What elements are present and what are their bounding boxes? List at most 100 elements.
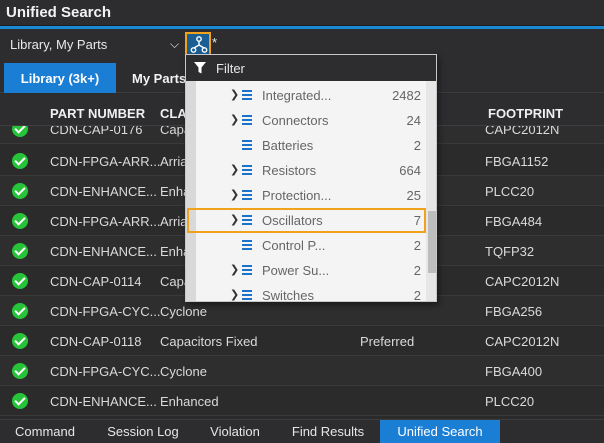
check-circle-icon bbox=[12, 153, 28, 169]
cell-footprint: CAPC2012N bbox=[485, 274, 560, 289]
filter-item-count: 7 bbox=[413, 213, 421, 228]
filter-item-switches[interactable]: ❯ Switches 2 bbox=[196, 283, 426, 302]
check-circle-icon bbox=[12, 213, 28, 229]
cell-part-number: CDN-CAP-0114 bbox=[50, 274, 142, 289]
filter-item-count: 24 bbox=[406, 113, 421, 128]
filter-item-count: 664 bbox=[399, 163, 421, 178]
filter-item-control-p[interactable]: Control P... 2 bbox=[196, 233, 426, 258]
expand-arrow-icon[interactable]: ❯ bbox=[230, 288, 239, 301]
column-header-part-number-label: PART NUMBER bbox=[50, 106, 146, 121]
list-icon bbox=[242, 140, 252, 150]
cell-part-number: CDN-FPGA-CYC... bbox=[50, 304, 161, 319]
filter-item-count: 2482 bbox=[392, 88, 421, 103]
tab-command[interactable]: Command bbox=[0, 420, 90, 443]
cell-part-number: CDN-ENHANCE... bbox=[50, 184, 157, 199]
cell-footprint: PLCC20 bbox=[485, 394, 535, 409]
expand-arrow-icon[interactable]: ❯ bbox=[230, 163, 239, 176]
tab-library[interactable]: Library (3k+) bbox=[4, 63, 116, 93]
filter-item-count: 2 bbox=[413, 138, 421, 153]
table-row[interactable]: CDN-ENHANCE... Enhanced PLCC20 bbox=[0, 386, 604, 416]
list-icon bbox=[242, 290, 252, 300]
cell-footprint: FBGA484 bbox=[485, 214, 543, 229]
cell-part-number: CDN-FPGA-ARR... bbox=[50, 154, 161, 169]
table-row[interactable]: CDN-FPGA-CYC... Cyclone FBGA400 bbox=[0, 356, 604, 386]
tab-unified-search[interactable]: Unified Search bbox=[380, 420, 500, 443]
filter-item-name: Oscillators bbox=[262, 213, 323, 228]
filter-scrollbar[interactable] bbox=[426, 81, 436, 301]
filter-item-count: 2 bbox=[413, 238, 421, 253]
cell-class: Cyclone bbox=[160, 304, 207, 319]
list-icon bbox=[242, 115, 252, 125]
filter-header[interactable]: Filter bbox=[186, 55, 436, 81]
check-circle-icon bbox=[12, 303, 28, 319]
hierarchy-icon bbox=[190, 36, 208, 53]
window-title: Unified Search bbox=[6, 4, 112, 21]
scope-select-value: Library, My Parts bbox=[10, 37, 108, 52]
cell-footprint: FBGA400 bbox=[485, 364, 543, 379]
cell-part-number: CDN-ENHANCE... bbox=[50, 394, 157, 409]
expand-arrow-icon[interactable]: ❯ bbox=[230, 113, 239, 126]
cell-part-number: CDN-CAP-0118 bbox=[50, 334, 142, 349]
filter-dropdown: Filter ❯ Integrated... 2482 ❯ Connectors… bbox=[185, 54, 437, 302]
tab-session-log[interactable]: Session Log bbox=[94, 420, 192, 443]
filter-gutter bbox=[186, 81, 196, 301]
filter-item-power-su[interactable]: ❯ Power Su... 2 bbox=[196, 258, 426, 283]
cell-class: Arria bbox=[160, 154, 188, 169]
scope-select[interactable]: Library, My Parts ⌵ bbox=[4, 34, 184, 56]
check-circle-icon bbox=[12, 273, 28, 289]
funnel-icon bbox=[194, 62, 206, 74]
cell-class: Cyclone bbox=[160, 364, 207, 379]
modified-marker: * bbox=[212, 35, 218, 50]
filter-item-oscillators[interactable]: ❯ Oscillators 7 bbox=[187, 208, 426, 233]
filter-item-name: Connectors bbox=[262, 113, 329, 128]
filter-item-integrated[interactable]: ❯ Integrated... 2482 bbox=[196, 83, 426, 108]
check-circle-icon bbox=[12, 363, 28, 379]
cell-footprint: TQFP32 bbox=[485, 244, 535, 259]
filter-item-name: Integrated... bbox=[262, 88, 332, 103]
check-circle-icon bbox=[12, 333, 28, 349]
cell-status: Preferred bbox=[360, 334, 415, 349]
filter-item-name: Batteries bbox=[262, 138, 314, 153]
list-icon bbox=[242, 215, 252, 225]
filter-scrollbar-thumb[interactable] bbox=[428, 211, 436, 273]
expand-arrow-icon[interactable]: ❯ bbox=[230, 263, 239, 276]
cell-class: Arria bbox=[160, 214, 188, 229]
expand-arrow-icon[interactable]: ❯ bbox=[230, 188, 239, 201]
filter-item-resistors[interactable]: ❯ Resistors 664 bbox=[196, 158, 426, 183]
check-circle-icon bbox=[12, 183, 28, 199]
cell-footprint: PLCC20 bbox=[485, 184, 535, 199]
check-circle-icon bbox=[12, 243, 28, 259]
filter-item-protection[interactable]: ❯ Protection... 25 bbox=[196, 183, 426, 208]
filter-item-count: 2 bbox=[413, 288, 421, 302]
title-bar: Unified Search bbox=[0, 0, 604, 26]
filter-label: Filter bbox=[216, 61, 245, 76]
expand-arrow-icon[interactable]: ❯ bbox=[230, 88, 239, 101]
expand-arrow-icon[interactable]: ❯ bbox=[230, 213, 239, 226]
filter-item-batteries[interactable]: Batteries 2 bbox=[196, 133, 426, 158]
cell-footprint: CAPC2012N bbox=[485, 334, 560, 349]
list-icon bbox=[242, 190, 252, 200]
list-icon bbox=[242, 240, 252, 250]
table-row[interactable]: CDN-CAP-0118 Capacitors Fixed Preferred … bbox=[0, 326, 604, 356]
filter-item-name: Resistors bbox=[262, 163, 317, 178]
chevron-down-icon: ⌵ bbox=[170, 37, 180, 51]
cell-class: Enhanced bbox=[160, 394, 219, 409]
filter-item-name: Control P... bbox=[262, 238, 326, 253]
filter-item-name: Protection... bbox=[262, 188, 332, 203]
filter-item-connectors[interactable]: ❯ Connectors 24 bbox=[196, 108, 426, 133]
filter-item-count: 2 bbox=[413, 263, 421, 278]
list-icon bbox=[242, 265, 252, 275]
cell-part-number: CDN-FPGA-CYC... bbox=[50, 364, 161, 379]
cell-footprint: FBGA1152 bbox=[485, 154, 549, 169]
filter-item-count: 25 bbox=[406, 188, 421, 203]
bottom-panel-tabs: Command Session Log Violation Find Resul… bbox=[0, 419, 604, 443]
list-icon bbox=[242, 165, 252, 175]
list-icon bbox=[242, 90, 252, 100]
column-header-footprint-label: FOOTPRINT bbox=[488, 106, 564, 121]
tab-find-results[interactable]: Find Results bbox=[278, 420, 378, 443]
check-circle-icon bbox=[12, 393, 28, 409]
tab-violation[interactable]: Violation bbox=[196, 420, 274, 443]
cell-part-number: CDN-FPGA-ARR... bbox=[50, 214, 161, 229]
filter-item-name: Switches bbox=[262, 288, 315, 302]
cell-class: Capacitors Fixed bbox=[160, 334, 258, 349]
